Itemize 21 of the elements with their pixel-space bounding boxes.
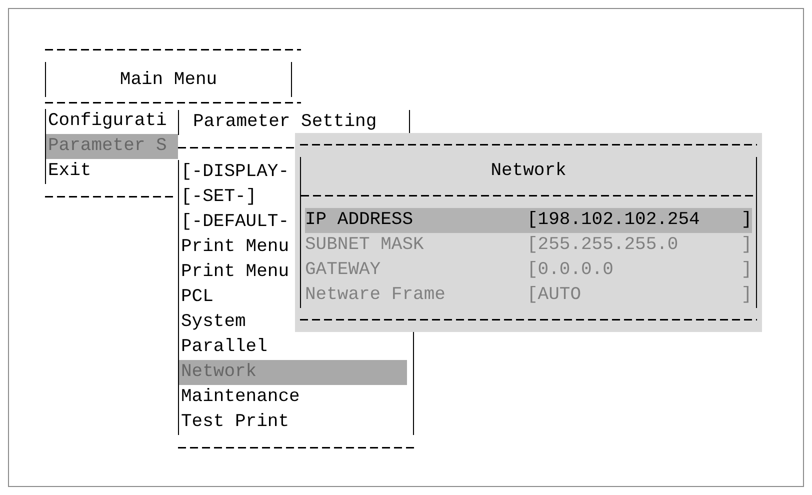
menu-item[interactable]: Test Print [179,410,407,435]
menu-item[interactable]: Parallel [179,335,407,360]
setting-value: [AUTO [527,284,582,307]
setting-value: [198.102.102.254 [527,209,701,232]
setting-label: IP ADDRESS [305,209,414,232]
bracket: ] [741,259,752,282]
menu-item[interactable]: Configurati [46,109,178,134]
bracket: ] [741,234,752,257]
bracket: ] [741,209,752,232]
window-title: Network [490,160,566,180]
setting-value: [0.0.0.0 [527,259,614,282]
bracket: ] [741,284,752,307]
menu-item[interactable]: Exit [46,159,178,184]
setting-label: SUBNET MASK [305,234,425,257]
window-title: Parameter Setting [193,112,377,132]
setting-label: Netware Frame [305,284,446,307]
setting-row[interactable]: IP ADDRESS [198.102.102.254 ] [300,208,757,233]
setting-value: [255.255.255.0 [527,234,680,257]
window-title: Main Menu [120,70,218,90]
setting-label: GATEWAY [305,259,382,282]
menu-item[interactable]: Maintenance [179,385,407,410]
